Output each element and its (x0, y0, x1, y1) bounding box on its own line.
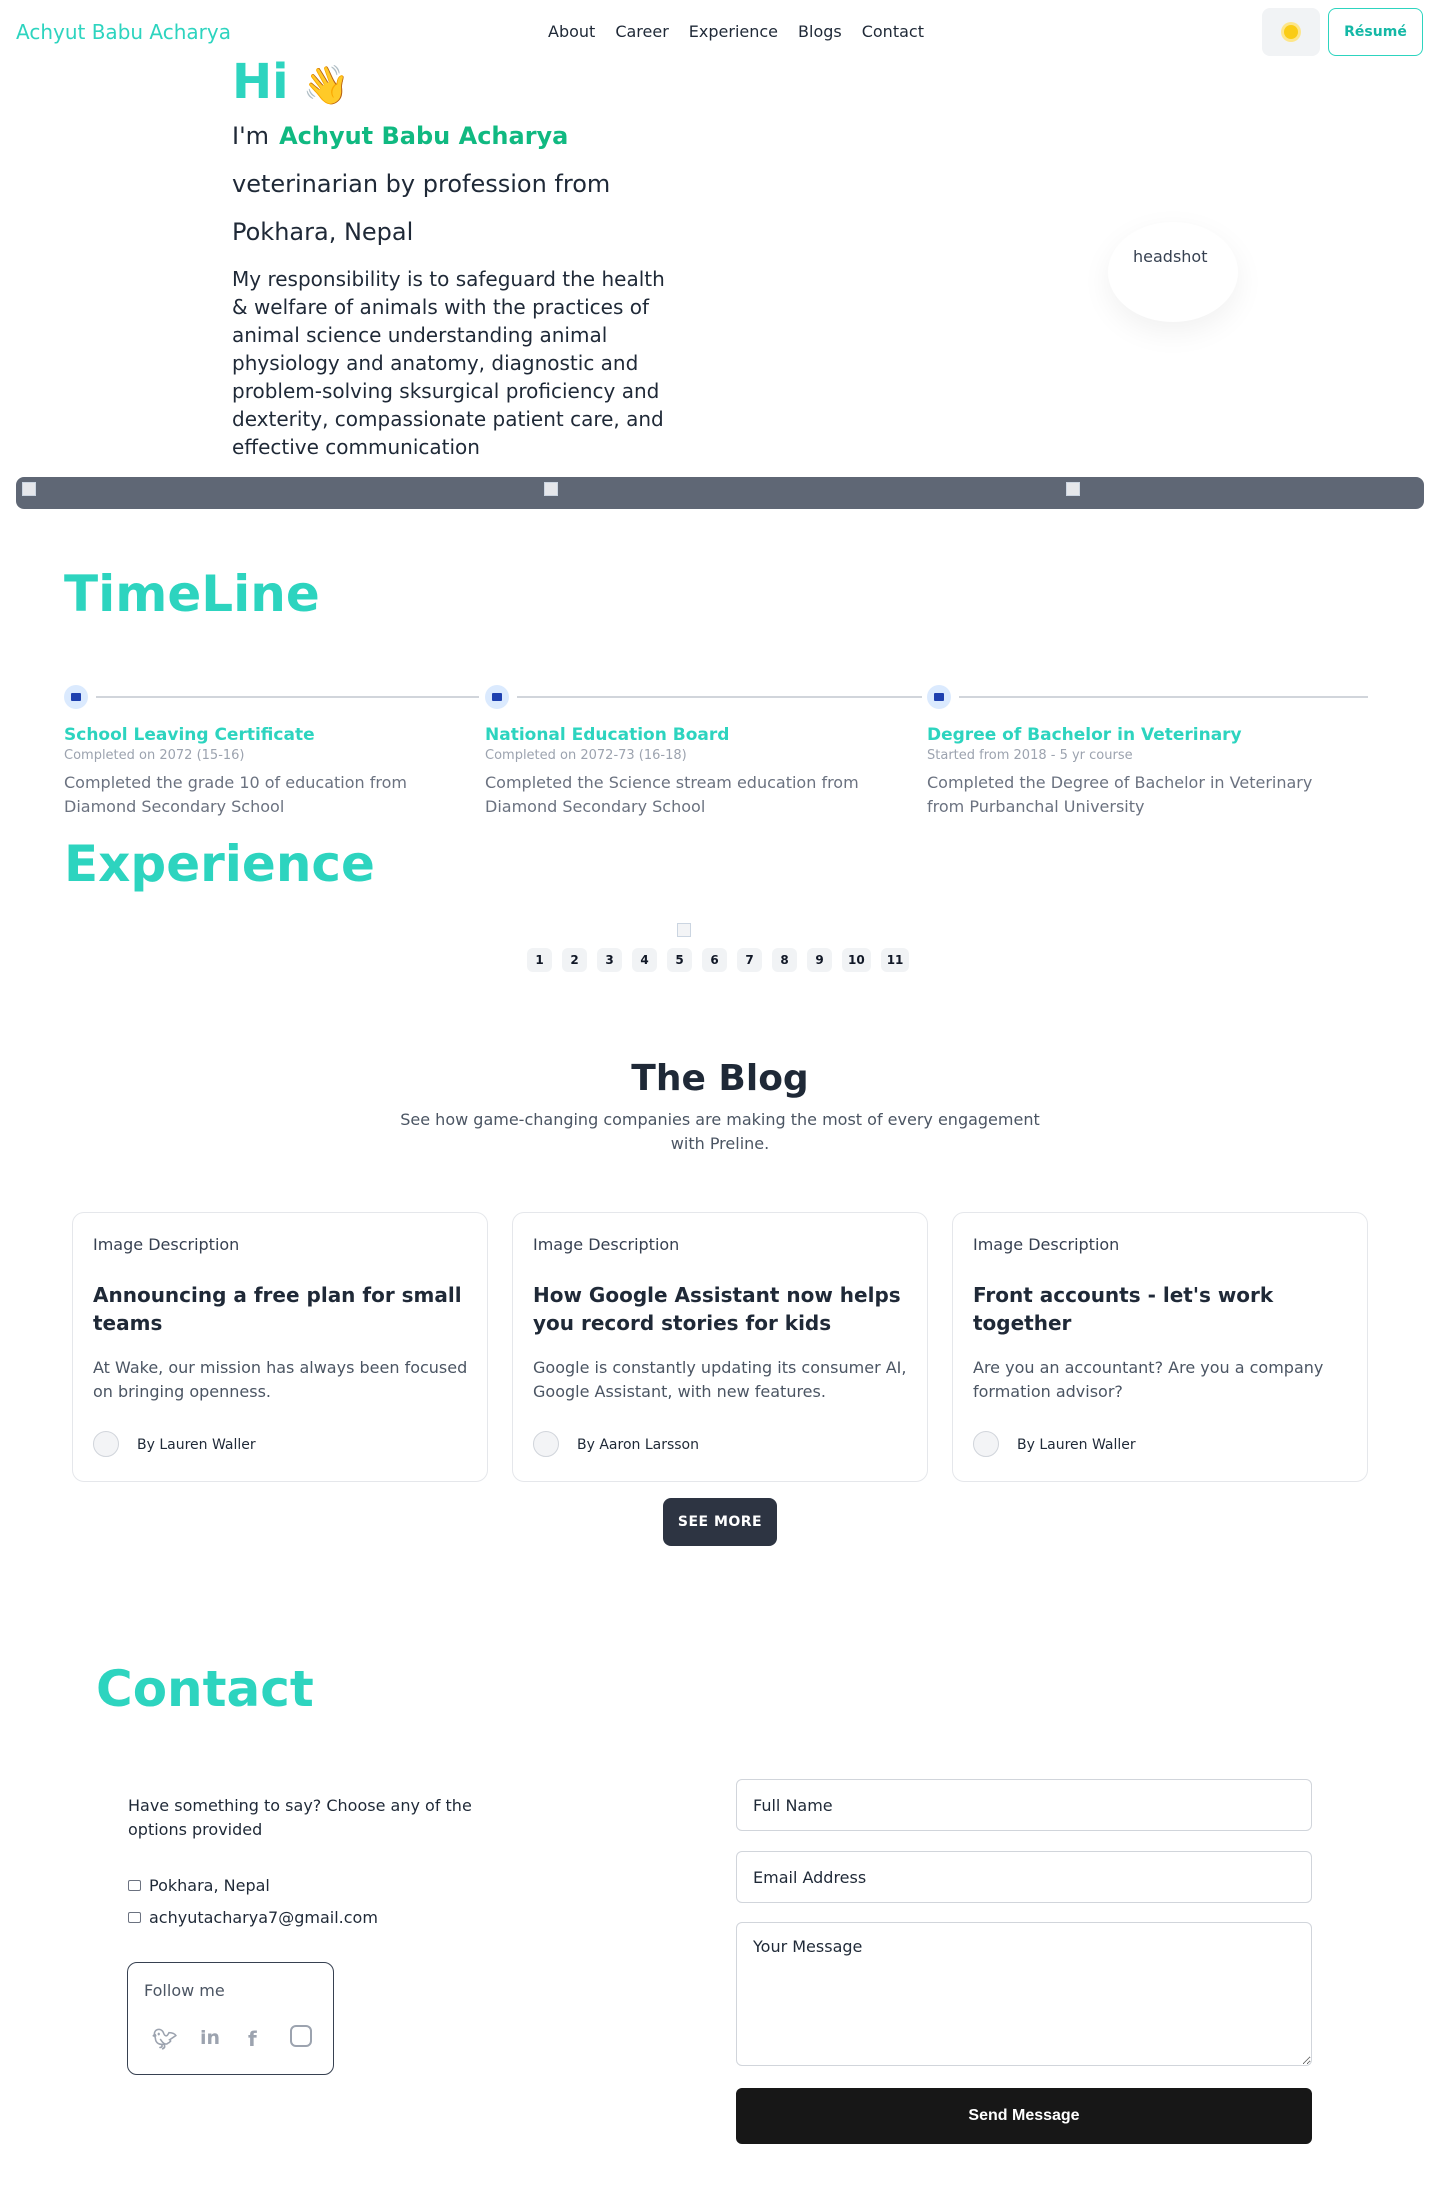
full-name-input[interactable] (736, 1779, 1312, 1831)
brand-link[interactable]: Achyut Babu Acharya (16, 20, 231, 44)
blog-card-desc: Google is constantly updating its consum… (533, 1358, 907, 1401)
blog-card-title[interactable]: Front accounts - let's work together (973, 1281, 1353, 1337)
facebook-icon[interactable]: f (248, 2027, 257, 2051)
timeline-item-desc: Completed the Science stream education f… (485, 773, 859, 816)
intro-prefix: I'm (232, 122, 270, 150)
broken-image-icon (1066, 482, 1080, 496)
contact-email[interactable]: achyutacharya7@gmail.com (128, 1908, 378, 1927)
contact-location-text: Pokhara, Nepal (149, 1876, 270, 1895)
mail-icon (128, 1912, 141, 1923)
author-avatar (973, 1431, 999, 1457)
timeline-item-title: Degree of Bachelor in Veterinary (927, 725, 1242, 745)
map-icon (128, 1880, 141, 1891)
calendar-icon (927, 685, 951, 709)
follow-label: Follow me (144, 1981, 225, 2000)
blog-card[interactable]: Image Description Front accounts - let's… (952, 1212, 1368, 1482)
blog-card-image: Image Description (973, 1235, 1120, 1254)
experience-title: Experience (64, 835, 375, 893)
blog-title: The Blog (631, 1058, 809, 1099)
wave-emoji: 👋 (302, 63, 350, 107)
timeline-line (959, 696, 1368, 698)
blog-card-author: By Lauren Waller (137, 1437, 256, 1453)
gallery-banner (16, 477, 1424, 509)
calendar-icon (64, 685, 88, 709)
page-button-8[interactable]: 8 (772, 948, 797, 972)
see-more-button[interactable]: SEE MORE (663, 1498, 777, 1546)
hero-bio: My responsibility is to safeguard the he… (232, 267, 665, 459)
author-avatar (533, 1431, 559, 1457)
send-message-button[interactable]: Send Message (736, 2088, 1312, 2144)
timeline-item-title: National Education Board (485, 725, 730, 745)
instagram-icon[interactable] (290, 2025, 312, 2047)
hero-name: Achyut Babu Acharya (279, 122, 569, 150)
nav-link-career[interactable]: Career (615, 22, 668, 41)
page-button-3[interactable]: 3 (597, 948, 622, 972)
timeline-item-date: Started from 2018 - 5 yr course (927, 748, 1133, 763)
contact-location: Pokhara, Nepal (128, 1876, 270, 1895)
blog-card-title[interactable]: Announcing a free plan for small teams (93, 1281, 473, 1337)
nav-links: About Career Experience Blogs Contact (548, 22, 924, 41)
broken-image-icon (677, 923, 691, 937)
broken-image-icon (22, 482, 36, 496)
page-button-6[interactable]: 6 (702, 948, 727, 972)
timeline-line (96, 696, 479, 698)
page-button-5[interactable]: 5 (667, 948, 692, 972)
timeline-item-date: Completed on 2072-73 (16-18) (485, 748, 687, 763)
blog-card-desc: At Wake, our mission has always been foc… (93, 1358, 468, 1401)
headshot-alt: headshot (1133, 247, 1208, 266)
page-button-4[interactable]: 4 (632, 948, 657, 972)
contact-email-text[interactable]: achyutacharya7@gmail.com (149, 1908, 378, 1927)
experience-pagination: 1 2 3 4 5 6 7 8 9 10 11 (527, 948, 910, 972)
message-textarea[interactable] (736, 1922, 1312, 2066)
blog-card[interactable]: Image Description Announcing a free plan… (72, 1212, 488, 1482)
timeline-item-desc: Completed the grade 10 of education from… (64, 773, 407, 816)
hero-location: Pokhara, Nepal (232, 218, 414, 246)
timeline-title: TimeLine (64, 565, 320, 623)
twitter-icon[interactable]: 🐦︎ (152, 2027, 177, 2051)
page-button-9[interactable]: 9 (807, 948, 832, 972)
blog-card-image: Image Description (93, 1235, 240, 1254)
greeting-text: Hi (232, 54, 289, 110)
author-avatar (93, 1431, 119, 1457)
hero-profession: veterinarian by profession from (232, 170, 611, 198)
resume-button[interactable]: Résumé (1328, 8, 1423, 56)
nav-link-contact[interactable]: Contact (862, 22, 924, 41)
contact-intro: Have something to say? Choose any of the… (128, 1796, 472, 1839)
page-button-1[interactable]: 1 (527, 948, 552, 972)
headshot-image: headshot (1108, 222, 1238, 322)
timeline-line (517, 696, 922, 698)
blog-card-author: By Lauren Waller (1017, 1437, 1136, 1453)
blog-subtitle: See how game-changing companies are maki… (400, 1110, 1040, 1153)
nav-link-experience[interactable]: Experience (689, 22, 778, 41)
blog-card-author: By Aaron Larsson (577, 1437, 699, 1453)
nav-link-blogs[interactable]: Blogs (798, 22, 842, 41)
email-input[interactable] (736, 1851, 1312, 1903)
page-button-11[interactable]: 11 (880, 948, 910, 972)
follow-box: Follow me 🐦︎ in f (127, 1962, 334, 2075)
blog-card[interactable]: Image Description How Google Assistant n… (512, 1212, 928, 1482)
hero-intro: I'm Achyut Babu Acharya (232, 122, 568, 150)
broken-image-icon (544, 482, 558, 496)
timeline-item-title: School Leaving Certificate (64, 725, 315, 745)
page-button-2[interactable]: 2 (562, 948, 587, 972)
timeline-item-date: Completed on 2072 (15-16) (64, 748, 245, 763)
blog-card-image: Image Description (533, 1235, 680, 1254)
contact-title: Contact (96, 1660, 314, 1718)
hero-greeting: Hi 👋 (232, 54, 350, 110)
blog-card-desc: Are you an accountant? Are you a company… (973, 1358, 1324, 1401)
top-nav: Achyut Babu Acharya About Career Experie… (0, 0, 1440, 62)
calendar-icon (485, 685, 509, 709)
linkedin-icon[interactable]: in (200, 2027, 220, 2049)
blog-card-title[interactable]: How Google Assistant now helps you recor… (533, 1281, 913, 1337)
nav-link-about[interactable]: About (548, 22, 595, 41)
timeline-item-desc: Completed the Degree of Bachelor in Vete… (927, 773, 1313, 816)
page-button-10[interactable]: 10 (842, 948, 871, 972)
page-button-7[interactable]: 7 (737, 948, 762, 972)
theme-toggle-button[interactable] (1262, 8, 1320, 56)
sun-icon (1284, 25, 1298, 39)
